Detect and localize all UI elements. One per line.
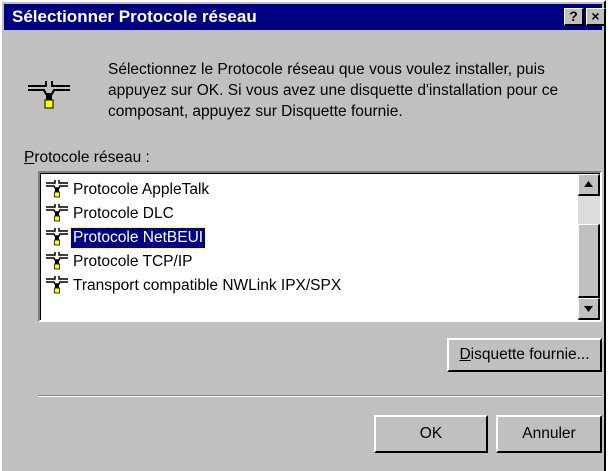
scroll-thumb[interactable] (578, 224, 600, 298)
protocol-listbox[interactable]: Protocole AppleTalk Protocole DLC Protocol… (38, 171, 602, 322)
listbox-inner: Protocole AppleTalk Protocole DLC Protocol… (40, 173, 600, 320)
protocol-label: Protocole TCP/IP (73, 252, 193, 270)
arrow-up-icon (584, 181, 593, 187)
separator (38, 395, 602, 397)
protocol-list-item[interactable]: Protocole DLC (45, 202, 176, 225)
instructions-text: Sélectionnez le Protocole réseau que vou… (108, 61, 559, 120)
label-accelerator: P (24, 149, 35, 166)
protocol-list-label: Protocole réseau : (24, 149, 150, 167)
vertical-scrollbar[interactable] (578, 174, 600, 320)
ok-button[interactable]: OK (374, 415, 488, 453)
disk-accelerator: D (459, 346, 471, 363)
protocol-label: Protocole DLC (73, 204, 174, 222)
label-text: rotocole réseau : (34, 149, 150, 166)
network-protocol-icon (26, 80, 72, 115)
network-protocol-icon (45, 275, 71, 296)
network-protocol-icon (45, 251, 71, 272)
help-button[interactable]: ? (564, 8, 584, 26)
title-bar[interactable]: Sélectionner Protocole réseau ? × (4, 4, 606, 30)
network-protocol-icon (45, 179, 71, 200)
protocol-list-item[interactable]: Transport compatible NWLink IPX/SPX (45, 274, 343, 297)
protocol-list-item[interactable]: Protocole TCP/IP (45, 250, 194, 273)
scroll-down-button[interactable] (578, 298, 600, 320)
protocol-list-item[interactable]: Protocole AppleTalk (45, 178, 211, 201)
disk-label: isquette fournie... (470, 346, 590, 363)
cancel-button[interactable]: Annuler (496, 415, 602, 453)
protocol-label: Transport compatible NWLink IPX/SPX (73, 276, 342, 294)
network-protocol-icon (45, 227, 71, 248)
scroll-up-button[interactable] (578, 174, 600, 196)
network-protocol-icon (45, 203, 71, 224)
protocol-label: Protocole AppleTalk (73, 180, 210, 198)
dialog-window: Sélectionner Protocole réseau ? × Sélect… (0, 0, 606, 471)
close-button[interactable]: × (586, 8, 606, 26)
window-title: Sélectionner Protocole réseau (12, 7, 257, 26)
protocol-list-item[interactable]: Protocole NetBEUI (45, 226, 207, 249)
protocol-label: Protocole NetBEUI (69, 226, 207, 249)
have-disk-button[interactable]: Disquette fournie... (447, 338, 602, 372)
arrow-down-icon (584, 306, 593, 312)
